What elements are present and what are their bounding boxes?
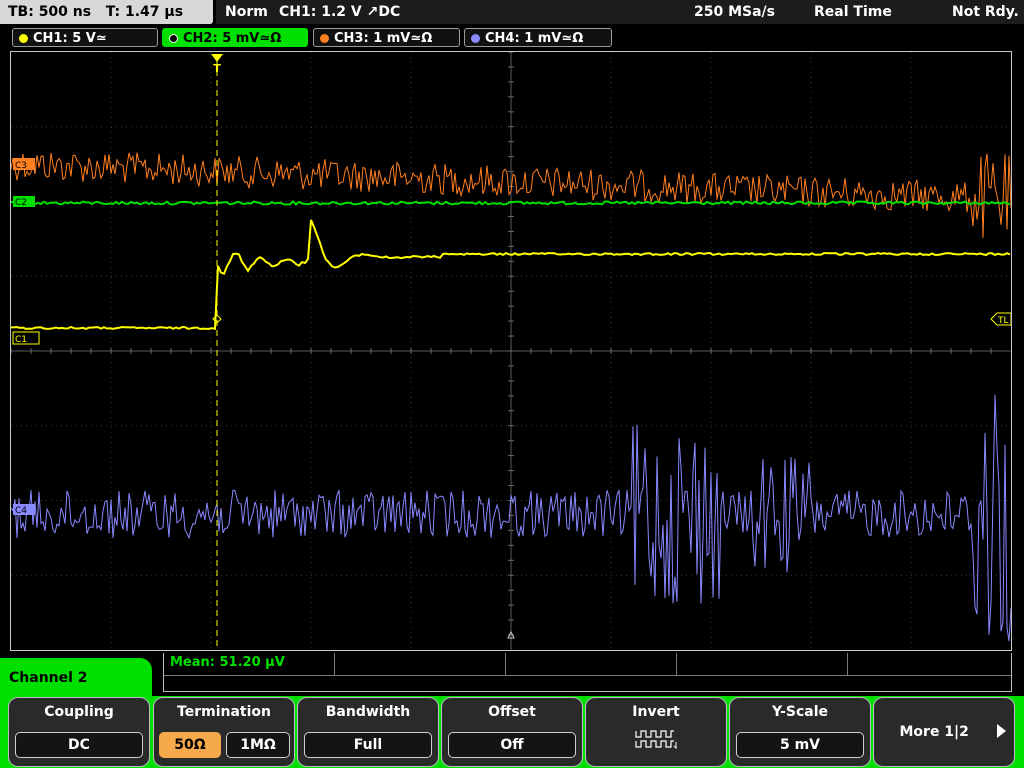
trigger-mode[interactable]: Norm (225, 0, 268, 24)
acquisition-mode: Real Time (814, 4, 892, 20)
acquisition-status: Norm CH1: 1.2 V ↗DC 250 MSa/s Real Time … (216, 0, 1024, 24)
offset-title: Offset (488, 704, 536, 720)
more-title: More 1|2 (899, 724, 969, 740)
yscale-value[interactable]: 5 mV (736, 732, 864, 758)
trigger-icon: T (213, 62, 221, 75)
timebase-value: TB: 500 ns (8, 4, 92, 20)
trigger-level-label: TL (997, 316, 1009, 326)
chevron-right-icon (997, 724, 1006, 738)
ch1-label: CH1: 5 V≃ (33, 31, 107, 46)
offset-value[interactable]: Off (448, 732, 576, 758)
ch4-marker-label: C4 (15, 506, 27, 516)
ch1-marker[interactable]: C1 (12, 331, 40, 345)
ch3-label: CH3: 1 mV≃Ω (334, 31, 433, 46)
coupling-value[interactable]: DC (15, 732, 143, 758)
ch3-marker[interactable]: C3 (13, 158, 35, 171)
bandwidth-softkey[interactable]: Bandwidth Full (297, 697, 439, 767)
bandwidth-title: Bandwidth (325, 704, 411, 720)
trigger-time-marker[interactable]: T (211, 54, 223, 75)
status-bar: TB: 500 ns T: 1.47 µs Norm CH1: 1.2 V ↗D… (0, 0, 1024, 26)
graticule (11, 52, 1011, 650)
ready-status: Not Rdy. (952, 4, 1019, 20)
timebase-box[interactable]: TB: 500 ns T: 1.47 µs (0, 0, 213, 24)
waveform-display[interactable]: T C3 C2 C1 C4 TL (10, 51, 1012, 651)
ch2-color-dot (169, 34, 178, 43)
ch3-color-dot (320, 34, 329, 43)
offset-softkey[interactable]: Offset Off (441, 697, 583, 767)
menu-title: Channel 2 (0, 658, 152, 700)
yscale-softkey[interactable]: Y-Scale 5 mV (729, 697, 871, 767)
tab-ch2[interactable]: CH2: 5 mV≃Ω (162, 28, 308, 47)
yscale-title: Y-Scale (771, 704, 828, 720)
measurement-divider (334, 653, 335, 675)
measurement-row-divider (164, 675, 1011, 676)
measurement-divider (505, 653, 506, 675)
termination-50ohm-option[interactable]: 50Ω (159, 732, 221, 758)
inverted-square-wave-icon (635, 730, 677, 750)
trigger-level-marker[interactable]: TL (990, 312, 1011, 326)
ch2-marker[interactable]: C2 (13, 196, 35, 208)
ch4-label: CH4: 1 mV≃Ω (485, 31, 584, 46)
ch1-color-dot (19, 34, 28, 43)
bandwidth-value[interactable]: Full (304, 732, 432, 758)
trigger-position-value: T: 1.47 µs (105, 4, 184, 20)
ch4-marker[interactable]: C4 (13, 504, 35, 516)
termination-1mohm-option[interactable]: 1MΩ (226, 732, 290, 758)
tab-ch4[interactable]: CH4: 1 mV≃Ω (464, 28, 612, 47)
measurement-divider (847, 653, 848, 675)
measurement-panel: Mean: 51.20 µV (163, 653, 1012, 692)
ch1-marker-label: C1 (15, 335, 27, 345)
termination-softkey[interactable]: Termination 50Ω 1MΩ (153, 697, 295, 767)
measurement-mean: Mean: 51.20 µV (170, 655, 285, 670)
measurement-divider (676, 653, 677, 675)
trigger-setting[interactable]: CH1: 1.2 V ↗DC (279, 0, 400, 24)
tab-ch1[interactable]: CH1: 5 V≃ (12, 28, 158, 47)
ch3-marker-label: C3 (15, 161, 27, 171)
more-softkey[interactable]: More 1|2 (873, 697, 1015, 767)
invert-title: Invert (632, 704, 680, 720)
waveform-svg: T C3 C2 C1 C4 TL (11, 52, 1011, 650)
ch4-color-dot (471, 34, 480, 43)
coupling-title: Coupling (44, 704, 114, 720)
ch2-label: CH2: 5 mV≃Ω (183, 31, 282, 46)
tab-ch3[interactable]: CH3: 1 mV≃Ω (313, 28, 460, 47)
termination-title: Termination (177, 704, 271, 720)
invert-softkey[interactable]: Invert (585, 697, 727, 767)
ch2-marker-label: C2 (15, 198, 27, 208)
sample-rate: 250 MSa/s (694, 4, 776, 20)
coupling-softkey[interactable]: Coupling DC (8, 697, 150, 767)
